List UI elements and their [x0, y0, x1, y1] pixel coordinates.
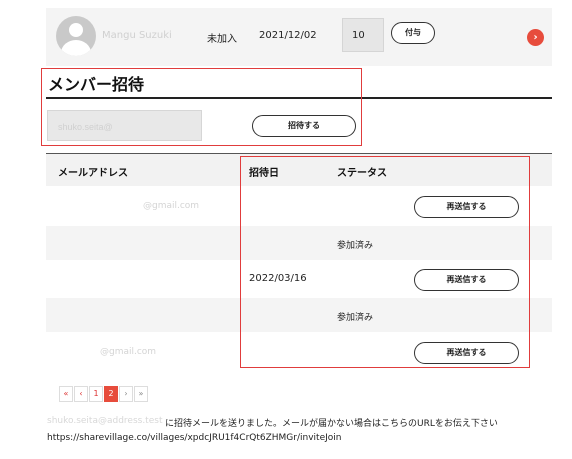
member-name: Mangu Suzuki — [102, 30, 172, 41]
highlight-box-table — [240, 156, 530, 368]
member-row: Mangu Suzuki 未加入 2021/12/02 10 付与 › — [46, 8, 552, 66]
page-2-button[interactable]: 2 — [104, 386, 118, 402]
quantity-input[interactable]: 10 — [342, 18, 384, 52]
row-email: @gmail.com — [100, 347, 157, 357]
notice-email: shuko.seita@address.test — [47, 416, 163, 426]
member-status: 未加入 — [207, 34, 237, 45]
first-page-button[interactable]: « — [59, 386, 73, 402]
last-page-button[interactable]: » — [134, 386, 148, 402]
chevron-right-icon[interactable]: › — [527, 29, 544, 46]
prev-page-button[interactable]: ‹ — [74, 386, 88, 402]
invite-url[interactable]: https://sharevillage.co/villages/xpdcJRU… — [47, 433, 341, 443]
grant-button[interactable]: 付与 — [391, 22, 435, 44]
row-email: @gmail.com — [143, 201, 200, 211]
notice-message: に招待メールを送りました。メールが届かない場合はこちらのURLをお伝え下さい — [165, 419, 498, 429]
pagination: « ‹ 1 2 › » — [59, 386, 149, 402]
highlight-box-invite-form — [41, 68, 362, 146]
avatar-head — [69, 23, 83, 37]
header-email: メールアドレス — [58, 168, 128, 179]
page-1-button[interactable]: 1 — [89, 386, 103, 402]
member-date: 2021/12/02 — [259, 30, 317, 41]
avatar — [56, 16, 96, 56]
avatar-body — [61, 40, 91, 56]
next-page-button[interactable]: › — [119, 386, 133, 402]
